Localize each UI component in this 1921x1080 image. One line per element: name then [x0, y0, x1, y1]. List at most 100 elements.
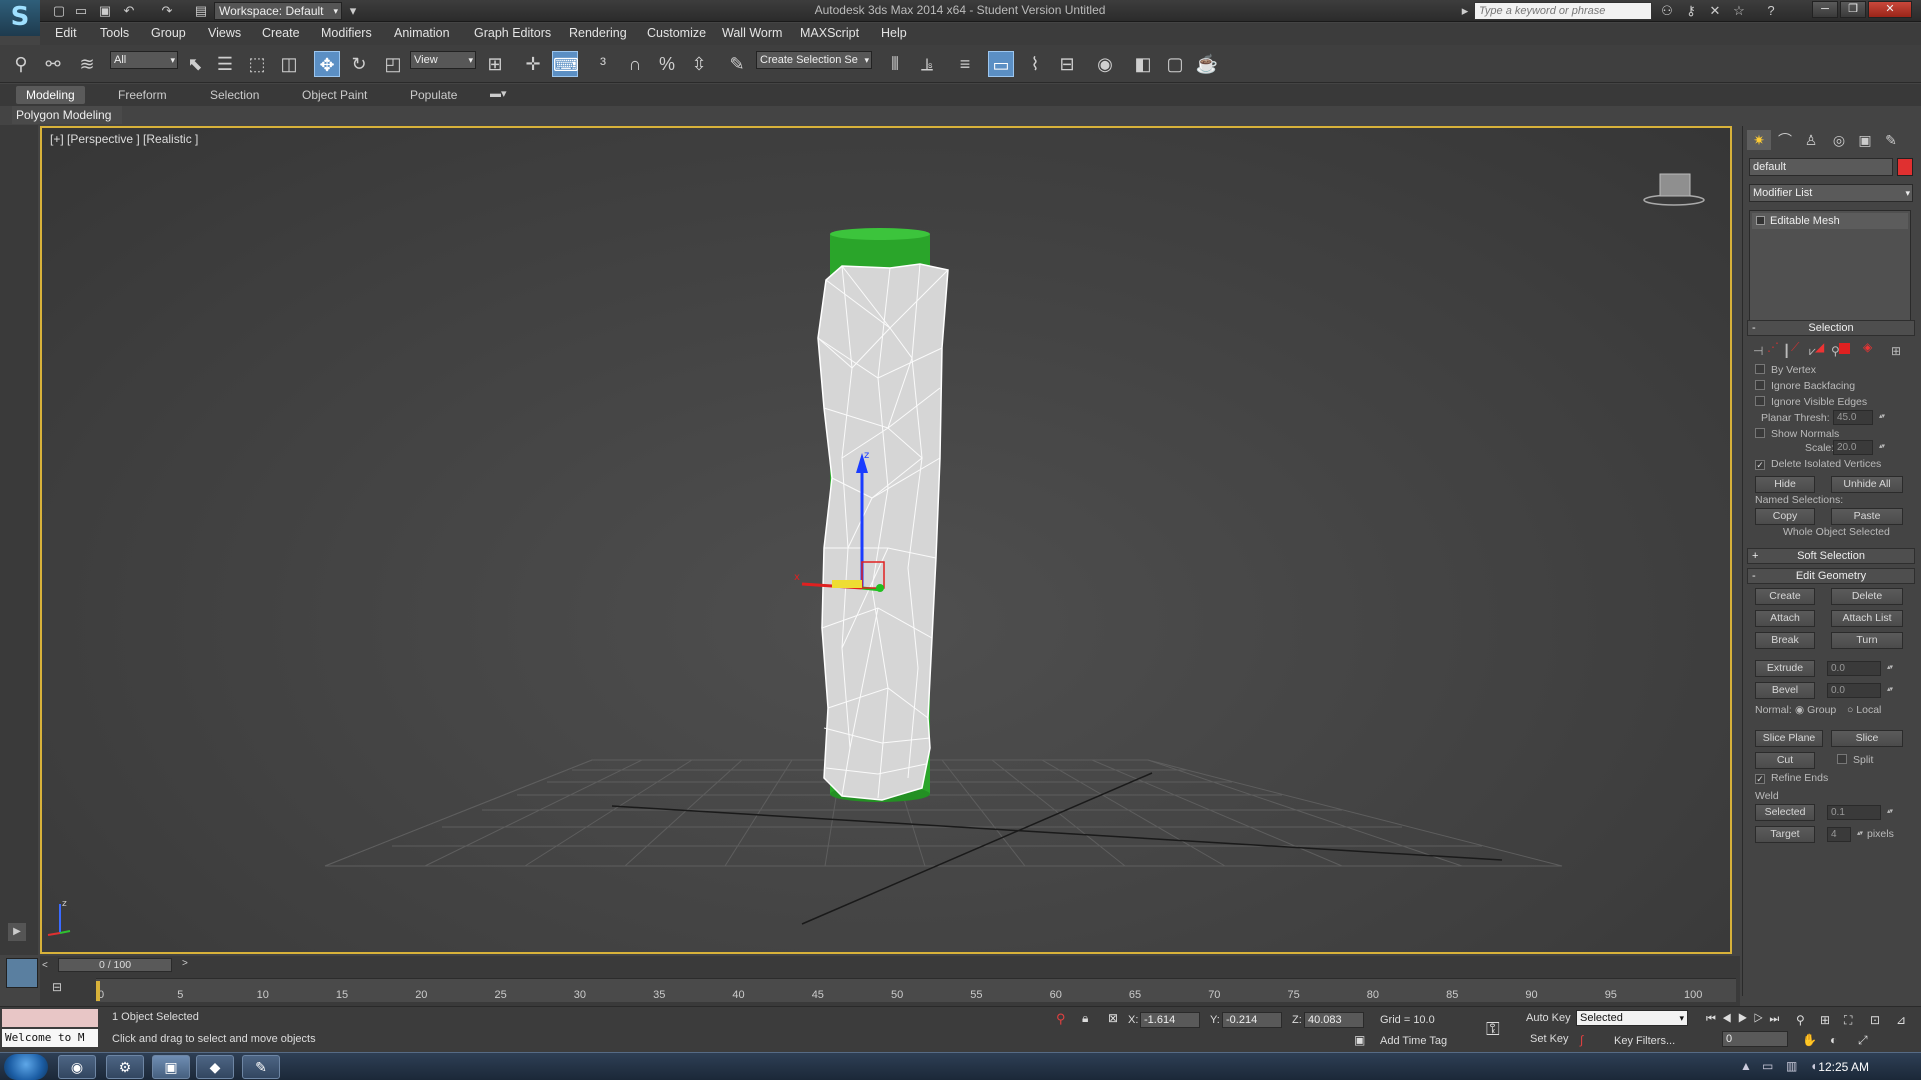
subscription-icon[interactable]: ⚷: [1682, 3, 1700, 19]
menu-graph-editors[interactable]: Graph Editors: [474, 26, 551, 40]
motion-tab-icon[interactable]: ◎: [1827, 130, 1851, 150]
selection-filter-dropdown[interactable]: All ▾: [110, 51, 178, 69]
planar-thresh-spinner[interactable]: 45.0: [1833, 410, 1884, 425]
by-vertex-checkbox[interactable]: By Vertex: [1755, 362, 1816, 378]
taskbar-steam-icon[interactable]: ⚙: [106, 1055, 144, 1079]
menu-help[interactable]: Help: [881, 26, 907, 40]
maximize-viewport-icon[interactable]: ⤢: [1858, 1033, 1868, 1048]
material-editor-icon[interactable]: ◉: [1092, 51, 1118, 77]
app-logo-icon[interactable]: S: [0, 0, 40, 36]
tab-object-paint[interactable]: Object Paint: [292, 86, 377, 104]
reference-coordinate-dropdown[interactable]: View ▾: [410, 51, 476, 69]
viewcube[interactable]: [1643, 173, 1705, 206]
maxscript-listener-output[interactable]: Welcome to M: [2, 1029, 98, 1047]
ribbon-panel-label[interactable]: Polygon Modeling: [12, 106, 122, 124]
render-production-icon[interactable]: ☕: [1194, 51, 1220, 77]
spinner-snap-icon[interactable]: ⇳: [686, 51, 712, 77]
x-coord-field[interactable]: -1.614: [1140, 1012, 1200, 1028]
hide-button[interactable]: Hide: [1755, 476, 1815, 493]
zoom-all-icon[interactable]: ⊞: [1820, 1013, 1830, 1027]
weld-target-button[interactable]: Target: [1755, 826, 1815, 843]
tray-icon[interactable]: ▭: [1762, 1059, 1773, 1073]
schematic-view-icon[interactable]: ⊟: [1054, 51, 1080, 77]
set-key-button[interactable]: Set Key: [1530, 1033, 1569, 1045]
menu-create[interactable]: Create: [262, 26, 300, 40]
open-file-icon[interactable]: ▭: [72, 3, 90, 19]
key-filters-button[interactable]: Key Filters...: [1614, 1035, 1675, 1047]
rectangular-selection-icon[interactable]: ⬚: [244, 51, 270, 77]
expand-toggle-icon[interactable]: [1756, 216, 1765, 225]
time-prev-icon[interactable]: <: [42, 960, 54, 974]
rendered-frame-window-icon[interactable]: ▢: [1162, 51, 1188, 77]
checkbox-box[interactable]: ✓: [1755, 774, 1765, 784]
layer-manager-icon[interactable]: ≡: [952, 51, 978, 77]
menu-animation[interactable]: Animation: [394, 26, 450, 40]
track-bar-icon[interactable]: ⊟: [52, 980, 70, 998]
tab-selection[interactable]: Selection: [200, 86, 269, 104]
menu-customize[interactable]: Customize: [647, 26, 706, 40]
start-button[interactable]: [4, 1054, 48, 1080]
attach-list-button[interactable]: Attach List: [1831, 610, 1903, 627]
taskbar-3dsmax-icon[interactable]: ▣: [152, 1055, 190, 1079]
snaps-toggle-icon[interactable]: ³: [590, 51, 616, 77]
named-selection-dropdown[interactable]: Create Selection Se ▾: [756, 51, 872, 69]
checkbox-box[interactable]: [1755, 364, 1765, 374]
help-icon[interactable]: ?: [1762, 3, 1780, 19]
z-coord-field[interactable]: 40.083: [1304, 1012, 1364, 1028]
scale-spinner[interactable]: 20.0: [1833, 440, 1884, 455]
normal-local-radio[interactable]: ○ Local: [1847, 704, 1881, 716]
stack-item-editable-mesh[interactable]: Editable Mesh: [1752, 213, 1908, 229]
element-mode-icon[interactable]: ◈: [1863, 340, 1872, 354]
volume-icon[interactable]: ◖: [1810, 1059, 1817, 1073]
modify-tab-icon[interactable]: ⌒: [1773, 130, 1797, 150]
bevel-button[interactable]: Bevel: [1755, 682, 1815, 699]
select-and-move-icon[interactable]: ✥: [314, 51, 340, 77]
menu-views[interactable]: Views: [208, 26, 241, 40]
normal-group-radio[interactable]: ◉ Group: [1795, 704, 1836, 716]
pin-stack-icon[interactable]: ⊣: [1753, 344, 1763, 358]
save-file-icon[interactable]: ▣: [96, 3, 114, 19]
selection-rollout-header[interactable]: - Selection: [1747, 320, 1915, 336]
unhide-all-button[interactable]: Unhide All: [1831, 476, 1903, 493]
delete-isolated-checkbox[interactable]: ✓ Delete Isolated Vertices: [1755, 456, 1881, 472]
editable-mesh-object[interactable]: [817, 263, 949, 801]
paste-button[interactable]: Paste: [1831, 508, 1903, 525]
ribbon-options-icon[interactable]: ▬▾: [490, 87, 507, 100]
tab-modeling[interactable]: Modeling: [16, 86, 85, 104]
menu-tools[interactable]: Tools: [100, 26, 129, 40]
isolate-selection-icon[interactable]: ⚲: [1056, 1011, 1066, 1027]
taskbar-paint-icon[interactable]: ✎: [242, 1055, 280, 1079]
object-color-swatch[interactable]: [1897, 158, 1913, 176]
vertex-mode-icon[interactable]: ⋰: [1767, 340, 1779, 354]
redo-icon[interactable]: ↷: [158, 3, 176, 19]
binoculars-icon[interactable]: ⚇: [1658, 3, 1676, 19]
refine-ends-checkbox[interactable]: ✓ Refine Ends: [1755, 770, 1828, 786]
polygon-mode-icon[interactable]: [1839, 343, 1850, 354]
maximize-button[interactable]: ❐: [1840, 1, 1866, 18]
bind-space-warp-icon[interactable]: ≋: [74, 51, 100, 77]
selection-lock-icon[interactable]: 🔒︎: [1082, 1011, 1088, 1026]
orbit-icon[interactable]: ◐: [1830, 1033, 1837, 1047]
edit-named-selection-icon[interactable]: ✎: [724, 51, 750, 77]
edit-geometry-rollout-header[interactable]: - Edit Geometry: [1747, 568, 1915, 584]
render-setup-icon[interactable]: ◧: [1130, 51, 1156, 77]
zoom-extents-icon[interactable]: ⛶: [1844, 1013, 1852, 1028]
expand-icon[interactable]: ▶: [8, 923, 26, 941]
zoom-extents-all-icon[interactable]: ⊡: [1870, 1013, 1880, 1027]
minimize-button[interactable]: ─: [1812, 1, 1838, 18]
cut-button[interactable]: Cut: [1755, 752, 1815, 769]
extrude-spinner[interactable]: 0.0: [1827, 661, 1892, 676]
playback-controls[interactable]: ⏮◀▶▷⏭: [1706, 1013, 1785, 1026]
ignore-visible-edges-checkbox[interactable]: Ignore Visible Edges: [1755, 394, 1867, 410]
tab-populate[interactable]: Populate: [400, 86, 467, 104]
taskbar-app-icon[interactable]: ◆: [196, 1055, 234, 1079]
break-button[interactable]: Break: [1755, 632, 1815, 649]
current-frame-marker[interactable]: [96, 981, 100, 1001]
field-of-view-icon[interactable]: ⊿: [1896, 1013, 1906, 1027]
split-checkbox[interactable]: Split: [1837, 752, 1873, 768]
new-file-icon[interactable]: ▢: [50, 3, 68, 19]
select-object-icon[interactable]: ⬉: [182, 51, 208, 77]
align-icon[interactable]: ⫡: [914, 51, 940, 77]
create-tab-icon[interactable]: ✷: [1747, 130, 1771, 150]
weld-selected-button[interactable]: Selected: [1755, 804, 1815, 821]
